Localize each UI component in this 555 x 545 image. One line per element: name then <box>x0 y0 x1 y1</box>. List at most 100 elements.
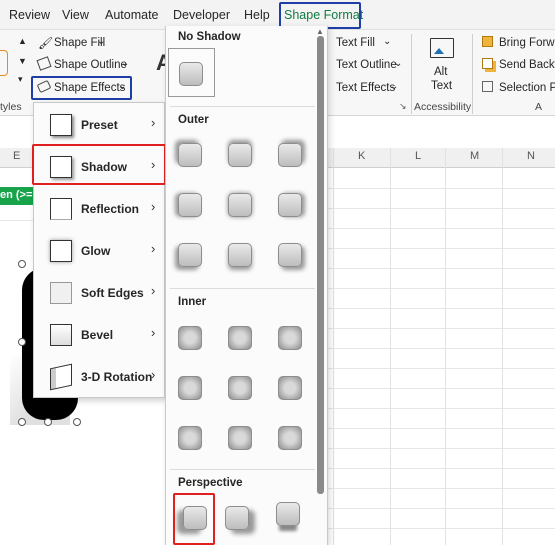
resize-handle[interactable] <box>73 418 81 426</box>
selection-pane-icon <box>482 81 493 92</box>
grid-line <box>0 220 33 221</box>
reflection-icon <box>50 198 72 220</box>
text-effects-button[interactable]: Text Effects <box>336 82 395 94</box>
grid-line <box>328 408 555 409</box>
menu-item-preset[interactable]: Preset › <box>34 105 164 145</box>
bring-forward-icon <box>482 36 493 47</box>
bring-forward-button[interactable]: Bring Forwa <box>499 37 555 49</box>
resize-handle[interactable] <box>18 260 26 268</box>
no-shadow-heading: No Shadow <box>178 31 241 43</box>
chevron-right-icon: › <box>151 367 156 382</box>
tab-automate[interactable]: Automate <box>105 8 159 22</box>
inner-shadow-swatch[interactable] <box>228 376 252 400</box>
menu-item-3d-rotation[interactable]: 3-D Rotation › <box>34 357 164 397</box>
chevron-right-icon: › <box>151 325 156 340</box>
inner-shadow-swatch[interactable] <box>178 376 202 400</box>
inner-shadow-swatch[interactable] <box>278 326 302 350</box>
shape-fill-dropdown-icon[interactable]: ⌄ <box>97 36 105 47</box>
column-header-k[interactable]: K <box>358 150 365 162</box>
outer-shadow-swatch[interactable] <box>178 143 202 167</box>
perspective-selection-highlight <box>173 493 215 545</box>
alt-text-icon <box>430 38 454 58</box>
ribbon-separator-2 <box>472 34 473 114</box>
gallery-separator <box>170 106 315 107</box>
grid-line <box>328 248 555 249</box>
grid-line <box>328 528 555 529</box>
scroll-up-arrow-icon[interactable]: ▲ <box>316 27 324 36</box>
green-cell[interactable]: en (>= <box>0 187 33 205</box>
grid-line <box>328 328 555 329</box>
tab-view[interactable]: View <box>62 8 89 22</box>
grid-line <box>328 348 555 349</box>
text-effects-dropdown-icon[interactable]: ⌄ <box>390 81 398 92</box>
tab-developer[interactable]: Developer <box>173 8 230 22</box>
outer-shadow-swatch[interactable] <box>228 143 252 167</box>
alt-text-line1[interactable]: Alt <box>434 66 447 78</box>
tab-review[interactable]: Review <box>9 8 50 22</box>
grid-line <box>328 508 555 509</box>
grid-line <box>328 308 555 309</box>
shape-effects-highlight <box>31 76 132 100</box>
selection-pane-button[interactable]: Selection Pa <box>499 82 555 94</box>
grid-line <box>328 368 555 369</box>
grid-line <box>328 268 555 269</box>
perspective-shadow-swatch[interactable] <box>276 502 300 526</box>
accessibility-group-label: Accessibility <box>414 101 472 113</box>
no-shadow-swatch[interactable] <box>179 62 203 86</box>
style-preview-thumb[interactable] <box>0 50 8 76</box>
column-header-e[interactable]: E <box>13 150 20 162</box>
scroll-up-icon[interactable]: ▲ <box>18 36 27 46</box>
outer-shadow-swatch[interactable] <box>178 243 202 267</box>
chevron-right-icon: › <box>151 283 156 298</box>
outer-heading: Outer <box>178 114 209 126</box>
menu-item-reflection[interactable]: Reflection › <box>34 189 164 229</box>
alt-text-line2[interactable]: Text <box>431 80 452 92</box>
menu-item-bevel[interactable]: Bevel › <box>34 315 164 355</box>
grid-line <box>328 448 555 449</box>
grid-line <box>328 388 555 389</box>
inner-shadow-swatch[interactable] <box>228 426 252 450</box>
ribbon-separator <box>411 34 412 114</box>
resize-handle[interactable] <box>44 418 52 426</box>
gallery-scrollbar[interactable] <box>317 36 324 494</box>
outer-shadow-swatch[interactable] <box>278 243 302 267</box>
outer-shadow-swatch[interactable] <box>278 193 302 217</box>
resize-handle[interactable] <box>18 338 26 346</box>
dialog-launcher-icon[interactable]: ↘ <box>399 101 407 112</box>
pencil-icon <box>36 56 52 71</box>
column-header-n[interactable]: N <box>527 150 535 162</box>
paint-bucket-icon: 🖌 <box>38 36 54 50</box>
outer-shadow-swatch[interactable] <box>228 243 252 267</box>
inner-shadow-swatch[interactable] <box>278 376 302 400</box>
outer-shadow-swatch[interactable] <box>178 193 202 217</box>
glow-icon <box>50 240 72 262</box>
column-header-l[interactable]: L <box>415 150 421 162</box>
text-fill-dropdown-icon[interactable]: ⌄ <box>383 36 391 47</box>
text-fill-button[interactable]: Text Fill <box>336 37 375 49</box>
perspective-heading: Perspective <box>178 477 243 489</box>
text-outline-dropdown-icon[interactable]: ⌄ <box>394 58 402 69</box>
inner-shadow-swatch[interactable] <box>178 426 202 450</box>
soft-edges-icon <box>50 282 72 304</box>
resize-handle[interactable] <box>18 418 26 426</box>
text-outline-button[interactable]: Text Outline <box>336 59 397 71</box>
column-header-m[interactable]: M <box>470 150 479 162</box>
send-backward-icon <box>482 58 493 69</box>
outer-shadow-swatch[interactable] <box>228 193 252 217</box>
inner-shadow-swatch[interactable] <box>278 426 302 450</box>
menu-item-soft-edges[interactable]: Soft Edges › <box>34 273 164 313</box>
tab-help[interactable]: Help <box>244 8 270 22</box>
shape-outline-button[interactable]: Shape Outline <box>54 59 127 71</box>
outer-shadow-swatch[interactable] <box>278 143 302 167</box>
scroll-down-icon[interactable]: ▼ <box>18 56 27 66</box>
grid-line <box>328 228 555 229</box>
gallery-separator <box>170 469 315 470</box>
menu-item-glow[interactable]: Glow › <box>34 231 164 271</box>
gallery-more-icon[interactable]: ▾ <box>18 74 23 85</box>
inner-shadow-swatch[interactable] <box>228 326 252 350</box>
perspective-shadow-swatch[interactable] <box>225 506 249 530</box>
inner-shadow-swatch[interactable] <box>178 326 202 350</box>
send-backward-button[interactable]: Send Backw <box>499 59 555 71</box>
grid-line <box>328 468 555 469</box>
shape-outline-dropdown-icon[interactable]: ⌄ <box>121 58 129 69</box>
